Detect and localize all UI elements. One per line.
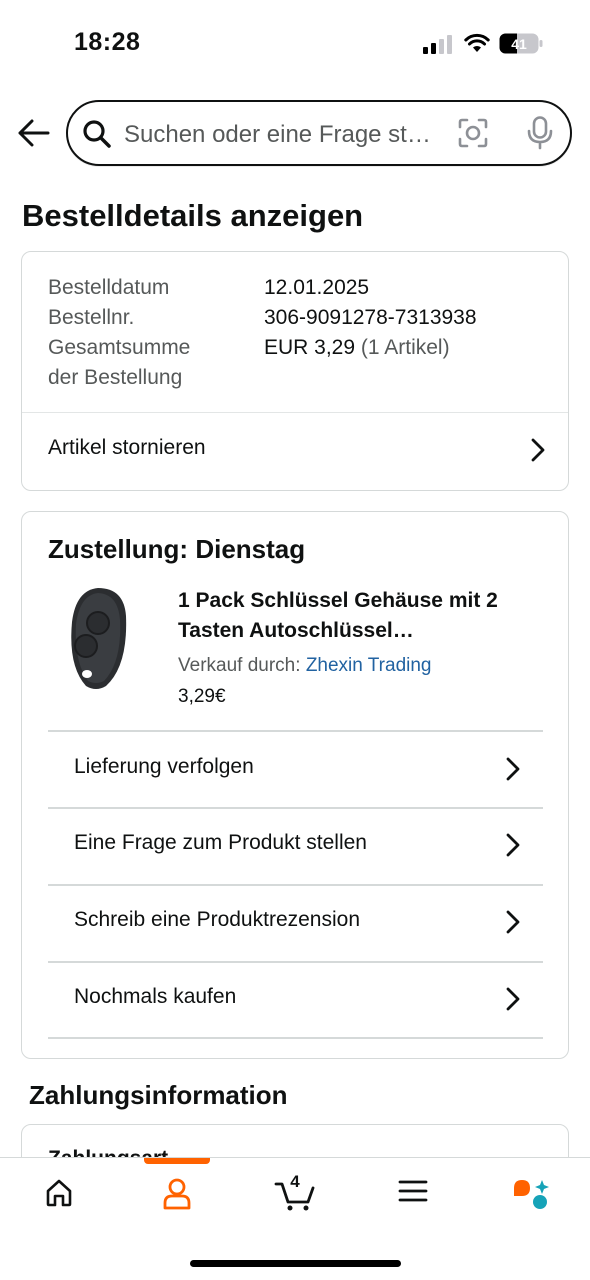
menu-icon — [398, 1180, 428, 1202]
page-title: Bestelldetails anzeigen — [22, 198, 364, 233]
tab-menu[interactable] — [354, 1158, 472, 1234]
cancel-items-label: Artikel stornieren — [48, 436, 206, 459]
microphone-icon[interactable] — [526, 116, 554, 150]
cellular-signal-icon — [423, 35, 452, 54]
search-bar[interactable]: Suchen oder eine Frage stellen — [66, 100, 572, 166]
buy-again-label: Nochmals kaufen — [74, 985, 237, 1008]
camera-icon[interactable] — [458, 118, 488, 148]
buy-again-row[interactable]: Nochmals kaufen — [22, 963, 568, 1038]
delivery-title: Zustellung: Dienstag — [48, 534, 306, 564]
order-total-label-line2: der Bestellung — [48, 366, 183, 389]
home-indicator — [190, 1260, 401, 1267]
seller-prefix: Verkauf durch: — [178, 655, 301, 676]
order-item-count: (1 Artikel) — [360, 336, 450, 359]
order-date-value: 12.01.2025 — [264, 276, 370, 299]
ask-product-question-label: Eine Frage zum Produkt stellen — [74, 831, 367, 854]
status-time: 18:28 — [74, 28, 141, 56]
chevron-right-icon — [531, 438, 545, 462]
wifi-icon — [464, 33, 490, 52]
order-date-label: Bestelldatum — [48, 276, 170, 299]
write-review-row[interactable]: Schreib eine Produktrezension — [22, 886, 568, 961]
back-arrow-icon[interactable] — [16, 118, 50, 148]
tab-account[interactable] — [118, 1158, 236, 1234]
chevron-right-icon — [506, 987, 520, 1011]
order-number-value: 306-9091278-7313938 — [264, 306, 477, 329]
delivery-card: Zustellung: Dienstag 1 Pack Schlüssel Ge… — [21, 511, 569, 1059]
order-total-label-line1: Gesamtsumme — [48, 336, 191, 359]
car-key-fob-image[interactable] — [58, 586, 134, 690]
order-total-label: Gesamtsumme der Bestellung — [48, 333, 190, 393]
track-delivery-label: Lieferung verfolgen — [74, 755, 254, 778]
search-row: Suchen oder eine Frage stellen — [0, 98, 590, 168]
seller-link[interactable]: Zhexin Trading — [306, 655, 432, 676]
ask-product-question-row[interactable]: Eine Frage zum Produkt stellen — [22, 809, 568, 884]
chevron-right-icon — [506, 910, 520, 934]
search-input[interactable]: Suchen oder eine Frage stellen — [124, 121, 442, 149]
order-summary-card: Bestelldatum 12.01.2025 Bestellnr. 306-9… — [21, 251, 569, 491]
seller-line: Verkauf durch: Zhexin Trading — [178, 655, 432, 677]
chevron-right-icon — [506, 757, 520, 781]
divider — [48, 1037, 543, 1039]
home-icon — [46, 1179, 72, 1207]
product-title[interactable]: 1 Pack Schlüssel Gehäuse mit 2 Tasten Au… — [178, 586, 548, 646]
cart-icon — [274, 1182, 315, 1211]
account-icon — [163, 1178, 191, 1210]
cancel-items-link[interactable]: Artikel stornieren — [22, 413, 568, 491]
order-number-label: Bestellnr. — [48, 306, 135, 329]
order-total-amount: EUR 3,29 — [264, 336, 356, 359]
battery-icon: 41 — [499, 33, 543, 54]
order-total-value: EUR 3,29 (1 Artikel) — [264, 333, 450, 363]
track-delivery-row[interactable]: Lieferung verfolgen — [22, 732, 568, 807]
battery-level: 41 — [511, 36, 527, 52]
chevron-right-icon — [506, 833, 520, 857]
write-review-label: Schreib eine Produktrezension — [74, 908, 361, 931]
tab-cart[interactable]: 4 — [236, 1158, 354, 1234]
payment-heading: Zahlungsinformation — [29, 1080, 288, 1110]
tab-home[interactable] — [0, 1158, 118, 1234]
tab-rufus[interactable] — [472, 1158, 590, 1234]
search-icon — [83, 120, 111, 148]
rufus-assistant-icon — [514, 1180, 549, 1209]
product-price: 3,29€ — [178, 686, 226, 707]
status-bar: 18:28 41 — [0, 0, 590, 88]
